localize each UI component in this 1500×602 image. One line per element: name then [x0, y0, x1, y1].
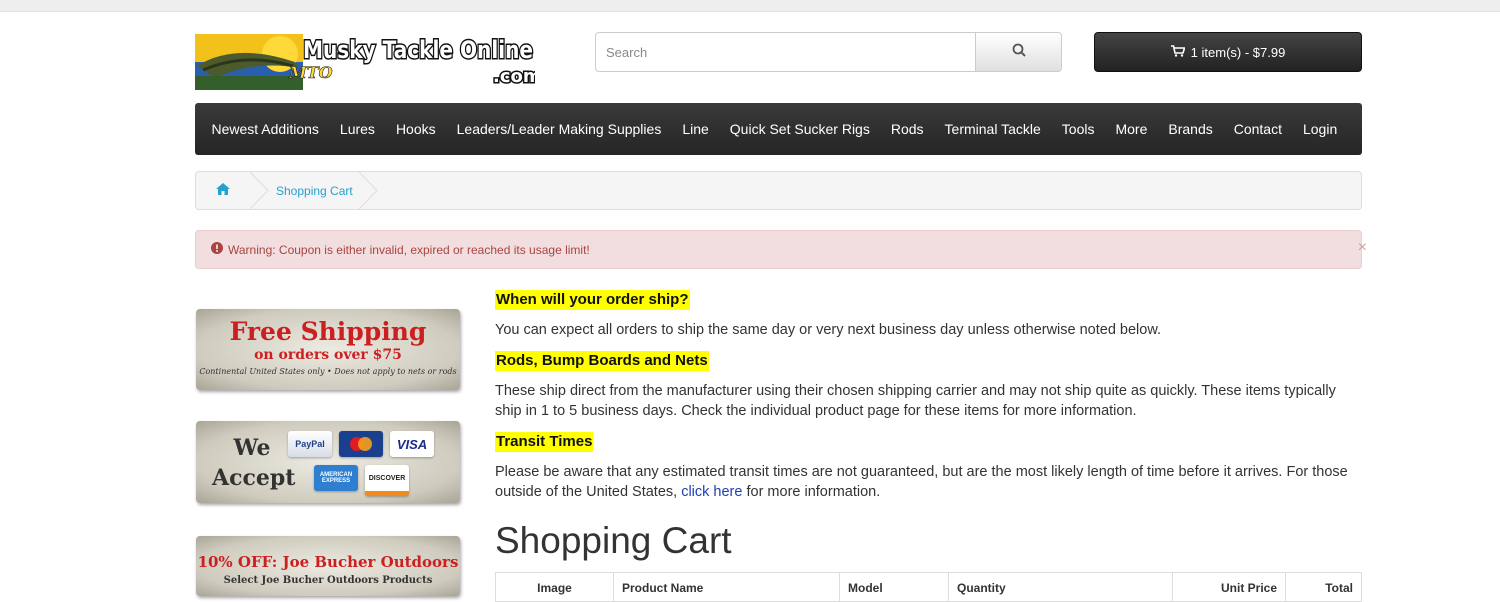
we-accept-label: We Accept	[212, 435, 296, 491]
paragraph-rods-nets: These ship direct from the manufacturer …	[495, 383, 1336, 419]
nav-item-contact[interactable]: Contact	[1223, 103, 1292, 155]
nav-item-brands[interactable]: Brands	[1158, 103, 1223, 155]
click-here-link[interactable]: click here	[681, 484, 742, 500]
breadcrumb-home[interactable]	[196, 172, 250, 209]
site-logo[interactable]: MTO Musky Tackle Online .com	[195, 32, 543, 92]
exclamation-circle-icon	[211, 242, 223, 257]
nav-item-terminal-tackle[interactable]: Terminal Tackle	[934, 103, 1051, 155]
search-button[interactable]	[976, 32, 1062, 72]
nav-item-newest-additions[interactable]: Newest Additions	[201, 103, 329, 155]
paragraph-order-ship: You can expect all orders to ship the sa…	[495, 322, 1162, 338]
cart-icon	[1170, 44, 1186, 60]
free-shipping-subtitle: on orders over $75	[254, 347, 402, 363]
coupon-warning-alert: Warning: Coupon is either invalid, expir…	[195, 230, 1367, 269]
nav-item-quick-set-sucker-rigs[interactable]: Quick Set Sucker Rigs	[719, 103, 880, 155]
mastercard-card	[339, 431, 383, 457]
visa-card: VISA	[390, 431, 434, 457]
column-product-name: Product Name	[614, 573, 840, 601]
alert-text: Warning: Coupon is either invalid, expir…	[228, 242, 590, 257]
column-total: Total	[1325, 581, 1353, 595]
logo-badge: MTO	[288, 63, 333, 82]
nav-item-leaders[interactable]: Leaders/Leader Making Supplies	[446, 103, 672, 155]
joe-bucher-promo-banner[interactable]: 10% OFF: Joe Bucher Outdoors Select Joe …	[196, 536, 460, 596]
home-icon	[216, 182, 230, 200]
column-model: Model	[840, 573, 949, 601]
heading-rods-nets: Rods, Bump Boards and Nets	[495, 351, 709, 371]
page-title: Shopping Cart	[495, 520, 732, 561]
cart-button[interactable]: 1 item(s) - $7.99	[1094, 32, 1362, 72]
nav-item-tools[interactable]: Tools	[1051, 103, 1105, 155]
paypal-card: PayPal	[288, 431, 332, 457]
logo-text: Musky Tackle Online	[303, 36, 533, 64]
breadcrumb-separator	[250, 172, 269, 209]
free-shipping-note: Continental United States only • Does no…	[199, 367, 457, 376]
discover-card: DISCOVER	[365, 465, 409, 496]
nav-item-hooks[interactable]: Hooks	[385, 103, 446, 155]
cart-summary: 1 item(s) - $7.99	[1190, 44, 1286, 60]
alert-close-button[interactable]: ×	[1358, 239, 1367, 257]
top-strip	[0, 0, 1500, 12]
column-unit-price: Unit Price	[1173, 573, 1286, 601]
nav-item-more[interactable]: More	[1105, 103, 1158, 155]
heading-transit-times: Transit Times	[495, 432, 594, 452]
main-nav: Newest Additions Lures Hooks Leaders/Lea…	[195, 103, 1362, 155]
promo-subtitle: Select Joe Bucher Outdoors Products	[223, 575, 433, 586]
promo-title: 10% OFF: Joe Bucher Outdoors	[197, 553, 459, 571]
free-shipping-banner[interactable]: Free Shipping on orders over $75 Contine…	[196, 309, 460, 390]
amex-card: AMERICAN EXPRESS	[314, 465, 358, 491]
column-image: Image	[496, 573, 614, 601]
logo-domain: .com	[493, 66, 535, 87]
breadcrumb-separator	[358, 172, 378, 209]
cart-table-header: Image Product Name Model Quantity Unit P…	[495, 572, 1362, 602]
nav-item-login[interactable]: Login	[1292, 103, 1347, 155]
nav-item-line[interactable]: Line	[672, 103, 719, 155]
search-icon	[1012, 43, 1026, 62]
column-quantity: Quantity	[949, 573, 1173, 601]
shipping-info: When will your order ship? You can expec…	[495, 288, 1362, 502]
search-input[interactable]	[595, 32, 976, 72]
payment-methods-banner: We Accept PayPal VISA AMERICAN EXPRESS D…	[196, 421, 460, 503]
paragraph-transit-times: Please be aware that any estimated trans…	[495, 464, 1348, 500]
nav-item-rods[interactable]: Rods	[880, 103, 934, 155]
nav-item-lures[interactable]: Lures	[329, 103, 385, 155]
breadcrumb: Shopping Cart	[195, 171, 1362, 210]
heading-order-ship: When will your order ship?	[495, 290, 690, 310]
free-shipping-title: Free Shipping	[229, 317, 427, 346]
breadcrumb-shopping-cart[interactable]: Shopping Cart	[272, 184, 359, 198]
